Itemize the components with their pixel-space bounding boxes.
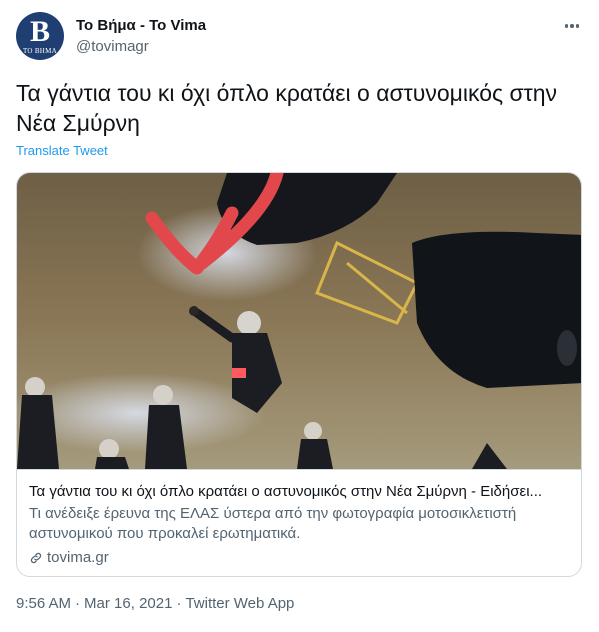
- card-body: Τα γάντια του κι όχι όπλο κρατάει ο αστυ…: [17, 469, 581, 576]
- tweet-header: B TO ΒΗΜΑ Το Βήμα - To Vima @tovimagr: [16, 12, 584, 60]
- motorcycle-light: [232, 368, 246, 378]
- account-handle[interactable]: @tovimagr: [76, 37, 206, 57]
- more-dot: [564, 24, 569, 28]
- card-image: [17, 173, 581, 469]
- link-card[interactable]: Τα γάντια του κι όχι όπλο κρατάει ο αστυ…: [16, 172, 582, 577]
- officer-helmet: [25, 377, 45, 397]
- tweet-text: Τα γάντια του κι όχι όπλο κρατάει ο αστυ…: [16, 80, 558, 136]
- link-icon: [30, 552, 42, 564]
- more-dot: [575, 24, 580, 28]
- account-names: Το Βήμα - To Vima @tovimagr: [76, 16, 206, 57]
- officer-helmet: [237, 311, 261, 335]
- meta-separator: ·: [176, 595, 182, 612]
- tweet-date[interactable]: Mar 16, 2021: [84, 594, 172, 614]
- officer-body: [17, 395, 59, 469]
- avatar-logo-letter: B: [29, 14, 50, 48]
- avatar[interactable]: B TO ΒΗΜΑ: [16, 12, 64, 60]
- translate-tweet-link[interactable]: Translate Tweet: [16, 142, 108, 160]
- card-description: Τι ανέδειξε έρευνα της ΕΛΑΣ ύστερα από τ…: [29, 505, 517, 542]
- more-dot: [570, 24, 574, 28]
- more-horizontal-icon[interactable]: [560, 14, 584, 38]
- officer-body: [95, 457, 129, 469]
- tweet-meta: 9:56 AM · Mar 16, 2021 · Twitter Web App: [16, 594, 294, 614]
- meta-separator: ·: [75, 595, 81, 612]
- officer-helmet: [153, 385, 173, 405]
- avatar-logo-sub: TO ΒΗΜΑ: [22, 46, 58, 55]
- car-wheel: [557, 330, 577, 366]
- card-title: Τα γάντια του κι όχι όπλο κρατάει ο αστυ…: [29, 483, 543, 500]
- tweet: B TO ΒΗΜΑ Το Βήμα - To Vima @tovimagr Τα…: [0, 0, 599, 632]
- officer-helmet: [304, 422, 322, 440]
- officer-hand: [189, 306, 199, 316]
- display-name[interactable]: Το Βήμα - To Vima: [76, 16, 206, 36]
- tweet-source-app[interactable]: Twitter Web App: [185, 594, 294, 614]
- officer-body: [297, 439, 333, 469]
- card-domain-text: tovima.gr: [47, 549, 109, 566]
- card-domain: tovima.gr: [29, 548, 571, 568]
- officer-helmet: [99, 439, 119, 459]
- tweet-time[interactable]: 9:56 AM: [16, 594, 71, 614]
